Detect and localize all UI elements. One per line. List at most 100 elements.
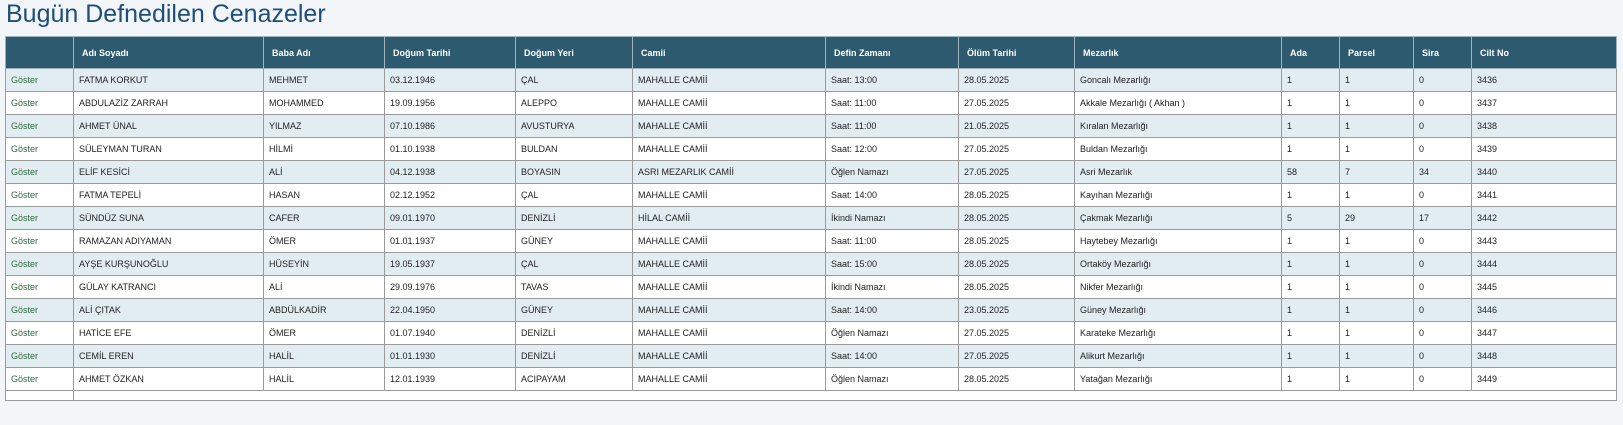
name-cell: SÜLEYMAN TURAN	[73, 137, 264, 161]
action-cell: Göster	[5, 137, 74, 161]
death-date-cell: 27.05.2025	[958, 160, 1075, 184]
show-link[interactable]: Göster	[11, 144, 38, 154]
show-link[interactable]: Göster	[11, 259, 38, 269]
cilt-no-cell: 3442	[1471, 206, 1617, 230]
action-cell: Göster	[5, 298, 74, 322]
ada-cell: 1	[1281, 344, 1340, 368]
page: Bugün Defnedilen Cenazeler Adı Soyadı Bab…	[0, 0, 1623, 425]
action-cell: Göster	[5, 344, 74, 368]
father-name-cell: HALİL	[263, 367, 385, 391]
sira-cell: 0	[1413, 137, 1472, 161]
action-cell: Göster	[5, 160, 74, 184]
father-name-cell: CAFER	[263, 206, 385, 230]
ada-cell: 1	[1281, 229, 1340, 253]
cilt-no-cell: 3441	[1471, 183, 1617, 207]
table-row: Göster SÜNDÜZ SUNA CAFER 09.01.1970 DENİZLİ H…	[5, 206, 1617, 230]
birth-place-cell: ÇAL	[515, 252, 633, 276]
parsel-cell: 1	[1339, 183, 1414, 207]
show-link[interactable]: Göster	[11, 305, 38, 315]
show-link[interactable]: Göster	[11, 213, 38, 223]
death-date-cell: 27.05.2025	[958, 321, 1075, 345]
birth-place-cell: DENİZLİ	[515, 206, 633, 230]
sira-cell: 0	[1413, 367, 1472, 391]
sira-cell: 0	[1413, 298, 1472, 322]
action-cell: Göster	[5, 91, 74, 115]
birth-date-cell: 07.10.1986	[384, 114, 516, 138]
birth-date-cell: 02.12.1952	[384, 183, 516, 207]
show-link[interactable]: Göster	[11, 374, 38, 384]
father-name-cell: HASAN	[263, 183, 385, 207]
show-link[interactable]: Göster	[11, 121, 38, 131]
show-link[interactable]: Göster	[11, 328, 38, 338]
show-link[interactable]: Göster	[11, 98, 38, 108]
parsel-cell: 1	[1339, 229, 1414, 253]
father-name-cell: ÖMER	[263, 229, 385, 253]
column-header-baba-adi: Baba Adı	[263, 36, 385, 69]
table-row: Göster ALİ ÇITAK ABDÜLKADİR 22.04.1950 GÜNEY…	[5, 298, 1617, 322]
page-title: Bugün Defnedilen Cenazeler	[6, 0, 326, 28]
cilt-no-cell: 3436	[1471, 68, 1617, 92]
action-cell: Göster	[5, 229, 74, 253]
cilt-no-cell: 3438	[1471, 114, 1617, 138]
ada-cell: 1	[1281, 321, 1340, 345]
column-header-action	[5, 36, 74, 69]
death-date-cell: 21.05.2025	[958, 114, 1075, 138]
column-header-dogum-tarihi: Doğum Tarihi	[384, 36, 516, 69]
show-link[interactable]: Göster	[11, 75, 38, 85]
ada-cell: 1	[1281, 275, 1340, 299]
name-cell: SÜNDÜZ SUNA	[73, 206, 264, 230]
cemetery-cell: Kıralan Mezarlığı	[1074, 114, 1282, 138]
birth-place-cell: DENİZLİ	[515, 321, 633, 345]
ada-cell: 1	[1281, 183, 1340, 207]
parsel-cell: 1	[1339, 275, 1414, 299]
birth-place-cell: GÜNEY	[515, 298, 633, 322]
cemetery-cell: Asri Mezarlık	[1074, 160, 1282, 184]
table-row: Göster GÜLAY KATRANCI ALİ 29.09.1976 TAVAS MA…	[5, 275, 1617, 299]
cemetery-cell: Çakmak Mezarlığı	[1074, 206, 1282, 230]
action-cell: Göster	[5, 252, 74, 276]
burial-time-cell: Saat: 11:00	[825, 91, 959, 115]
column-header-cilt-no: Cilt No	[1471, 36, 1617, 69]
cemetery-cell: Buldan Mezarlığı	[1074, 137, 1282, 161]
sira-cell: 0	[1413, 183, 1472, 207]
show-link[interactable]: Göster	[11, 236, 38, 246]
show-link[interactable]: Göster	[11, 190, 38, 200]
birth-date-cell: 22.04.1950	[384, 298, 516, 322]
mosque-cell: HİLAL CAMİİ	[632, 206, 826, 230]
pager-cell	[5, 390, 74, 401]
name-cell: FATMA KORKUT	[73, 68, 264, 92]
burial-time-cell: Öğlen Namazı	[825, 321, 959, 345]
show-link[interactable]: Göster	[11, 282, 38, 292]
parsel-cell: 1	[1339, 367, 1414, 391]
action-cell: Göster	[5, 183, 74, 207]
column-header-dogum-yeri: Doğum Yeri	[515, 36, 633, 69]
cemetery-cell: Nikfer Mezarlığı	[1074, 275, 1282, 299]
burial-time-cell: İkindi Namazı	[825, 275, 959, 299]
birth-date-cell: 01.01.1937	[384, 229, 516, 253]
burial-time-cell: Öğlen Namazı	[825, 160, 959, 184]
death-date-cell: 28.05.2025	[958, 68, 1075, 92]
show-link[interactable]: Göster	[11, 167, 38, 177]
column-header-defin-zamani: Defin Zamanı	[825, 36, 959, 69]
ada-cell: 1	[1281, 367, 1340, 391]
birth-place-cell: ALEPPO	[515, 91, 633, 115]
sira-cell: 0	[1413, 321, 1472, 345]
cemetery-cell: Ortaköy Mezarlığı	[1074, 252, 1282, 276]
name-cell: FATMA TEPELİ	[73, 183, 264, 207]
action-cell: Göster	[5, 367, 74, 391]
parsel-cell: 1	[1339, 137, 1414, 161]
column-header-ada: Ada	[1281, 36, 1340, 69]
burials-grid: Adı Soyadı Baba Adı Doğum Tarihi Doğum Yeri…	[5, 36, 1617, 401]
mosque-cell: MAHALLE CAMİİ	[632, 367, 826, 391]
sira-cell: 0	[1413, 114, 1472, 138]
father-name-cell: ABDÜLKADİR	[263, 298, 385, 322]
birth-date-cell: 01.10.1938	[384, 137, 516, 161]
show-link[interactable]: Göster	[11, 351, 38, 361]
burial-time-cell: İkindi Namazı	[825, 206, 959, 230]
father-name-cell: ÖMER	[263, 321, 385, 345]
parsel-cell: 1	[1339, 298, 1414, 322]
cilt-no-cell: 3449	[1471, 367, 1617, 391]
death-date-cell: 23.05.2025	[958, 298, 1075, 322]
column-header-sira: Sira	[1413, 36, 1472, 69]
burial-time-cell: Saat: 13:00	[825, 68, 959, 92]
